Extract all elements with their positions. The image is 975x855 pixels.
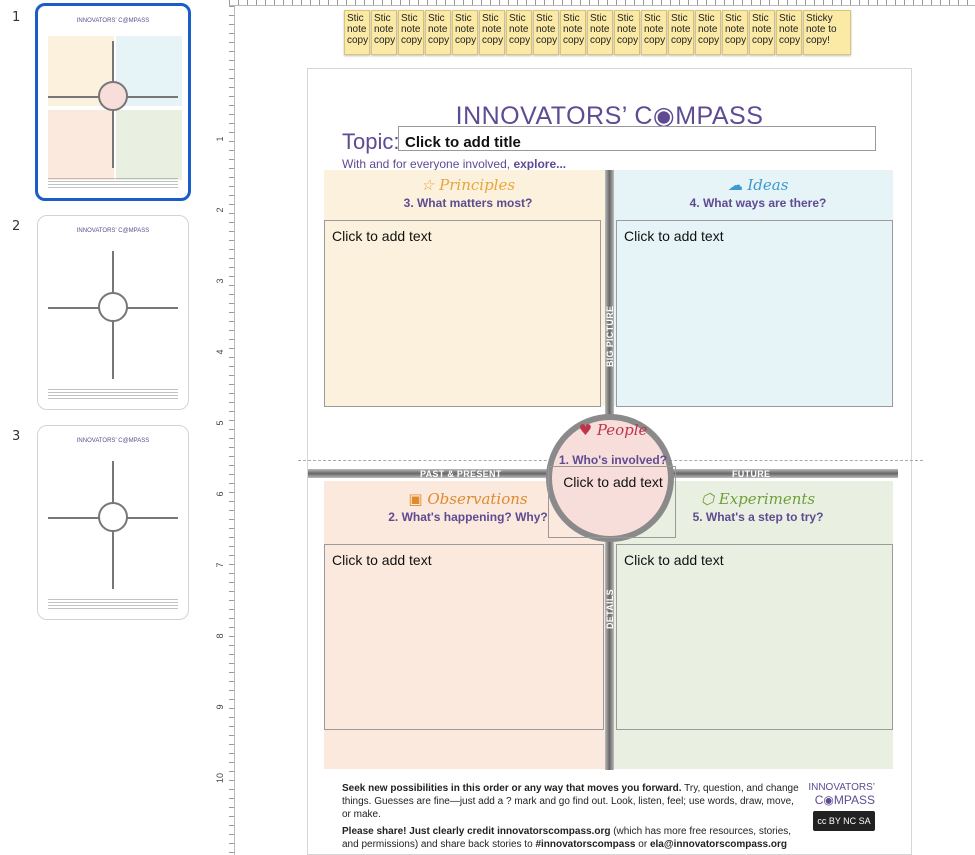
ruler-number: 7 (215, 562, 225, 568)
horizontal-ruler (229, 0, 975, 6)
observations-question: 2. What's happening? Why? (388, 510, 548, 524)
principles-text-box[interactable]: Click to add text (324, 220, 601, 407)
people-label: ♥ People (558, 421, 668, 439)
sticky-note[interactable]: Stic note copy (344, 10, 370, 55)
people-question: 1. Who's involved? (558, 453, 668, 467)
ruler-number: 4 (215, 349, 225, 355)
observations-icon: ▣ (408, 490, 423, 508)
sticky-note[interactable]: Stic note copy (371, 10, 397, 55)
principles-header: ☆ Principles 3. What matters most? (348, 176, 588, 210)
cube-icon: ⬡ (700, 490, 714, 508)
slide-number-3: 3 (12, 429, 21, 444)
people-icon: ♥ (578, 421, 593, 439)
slide-number-1: 1 (12, 10, 21, 25)
sticky-note[interactable]: Stic note copy (641, 10, 667, 55)
experiments-question: 5. What's a step to try? (692, 510, 824, 524)
thumbnail-title: INNOVATORS' C@MPASS (76, 228, 150, 234)
footer-line-1: Seek new possibilities in this order or … (342, 782, 802, 821)
big-picture-label: BIG PICTURE (605, 305, 615, 367)
observations-name: Observations (427, 490, 528, 508)
slide-number-2: 2 (12, 219, 21, 234)
people-text: Click to add text (563, 474, 663, 490)
thumbnail-title: INNOVATORS' C@MPASS (76, 18, 150, 24)
experiments-label: ⬡ Experiments (638, 490, 878, 508)
past-present-label: PAST & PRESENT (420, 469, 502, 479)
slide-thumbnail-1[interactable]: INNOVATORS' C@MPASS (35, 3, 191, 201)
people-name: People (596, 421, 648, 439)
subtitle-emphasis: explore... (513, 157, 567, 171)
ideas-name: Ideas (747, 176, 789, 194)
sticky-note[interactable]: Stic note copy (722, 10, 748, 55)
sticky-note[interactable]: Stic note copy (668, 10, 694, 55)
ideas-text-box[interactable]: Click to add text (616, 220, 893, 407)
sticky-note[interactable]: Stic note copy (695, 10, 721, 55)
footer-line-2-bold: Please share! Just clearly credit innova… (342, 826, 611, 837)
thumbnail-compass-circle (98, 81, 128, 111)
sticky-note[interactable]: Stic note copy (614, 10, 640, 55)
footer-brand-bottom: C◉MPASS (814, 793, 875, 807)
title-placeholder: Click to add title (405, 134, 521, 151)
sticky-note[interactable]: Stic note copy (776, 10, 802, 55)
compass-template-page: INNOVATORS’ C◉MPASS Topic: Click to add … (298, 68, 923, 855)
observations-label: ▣ Observations (348, 490, 588, 508)
thumbnail-footer (48, 599, 178, 611)
sticky-note-last[interactable]: Sticky note to copy! (803, 10, 851, 55)
sticky-note[interactable]: Stic note copy (425, 10, 451, 55)
experiments-name: Experiments (718, 490, 816, 508)
footer-email: ela@innovatorscompass.org (649, 839, 787, 850)
thumbnail-compass-circle (98, 291, 128, 322)
cloud-icon: ☁ (727, 176, 743, 194)
principles-name: Principles (439, 176, 516, 194)
sticky-note[interactable]: Stic note copy (749, 10, 775, 55)
footer-line-1-bold: Seek new possibilities in this order or … (342, 783, 682, 794)
sticky-note[interactable]: Stic note copy (398, 10, 424, 55)
details-label: DETAILS (605, 589, 615, 629)
ruler-number: 10 (215, 773, 225, 784)
ideas-label: ☁ Ideas (638, 176, 878, 194)
future-label: FUTURE (732, 469, 771, 479)
slide-thumbnail-2[interactable]: INNOVATORS' C@MPASS (37, 215, 189, 410)
template-footer: Seek new possibilities in this order or … (342, 782, 882, 851)
thumbnail-footer (48, 178, 178, 190)
experiments-text-box[interactable]: Click to add text (616, 544, 893, 730)
subtitle-line: With and for everyone involved, explore.… (342, 157, 566, 171)
ideas-question: 4. What ways are there? (689, 196, 827, 210)
thumbnail-title: INNOVATORS' C@MPASS (76, 438, 150, 444)
topic-label: Topic: (342, 129, 400, 154)
ideas-header: ☁ Ideas 4. What ways are there? (638, 176, 878, 210)
principles-question: 3. What matters most? (403, 196, 533, 210)
thumbnail-compass-circle (98, 501, 128, 532)
subtitle-text: With and for everyone involved, (342, 157, 511, 171)
experiments-header: ⬡ Experiments 5. What's a step to try? (638, 490, 878, 524)
sticky-note[interactable]: Stic note copy (479, 10, 505, 55)
ruler-number: 1 (215, 136, 225, 142)
principles-label: ☆ Principles (348, 176, 588, 194)
footer-hashtag: #innovatorscompass (535, 839, 636, 850)
sticky-note[interactable]: Stic note copy (452, 10, 478, 55)
sticky-note[interactable]: Stic note copy (506, 10, 532, 55)
footer-line-2: Please share! Just clearly credit innova… (342, 825, 802, 851)
sticky-note[interactable]: Stic note copy (533, 10, 559, 55)
ruler-number: 8 (215, 633, 225, 639)
observations-header: ▣ Observations 2. What's happening? Why? (348, 490, 588, 524)
thumbnail-quadrant (116, 110, 182, 180)
license-badge: cc BY NC SA (813, 811, 875, 831)
ruler-number: 2 (215, 207, 225, 213)
sticky-note[interactable]: Stic note copy (560, 10, 586, 55)
ruler-number: 6 (215, 491, 225, 497)
thumbnail-quadrant (48, 110, 114, 180)
title-placeholder-box[interactable]: Click to add title (398, 126, 876, 151)
footer-or: or (635, 839, 650, 850)
ruler-number: 9 (215, 704, 225, 710)
sticky-note[interactable]: Stic note copy (587, 10, 613, 55)
star-icon: ☆ (420, 176, 435, 194)
vertical-ruler (229, 6, 235, 855)
ruler-number: 5 (215, 420, 225, 426)
slide-thumbnail-3[interactable]: INNOVATORS' C@MPASS (37, 425, 189, 620)
footer-brand: INNOVATORS’ C◉MPASS (808, 782, 875, 806)
slide-filmstrip: 1 INNOVATORS' C@MPASS 2 INNOVATORS' C@MP… (0, 0, 200, 855)
observations-text-box[interactable]: Click to add text (324, 544, 604, 730)
thumbnail-footer (48, 389, 178, 401)
ruler-number: 3 (215, 278, 225, 284)
